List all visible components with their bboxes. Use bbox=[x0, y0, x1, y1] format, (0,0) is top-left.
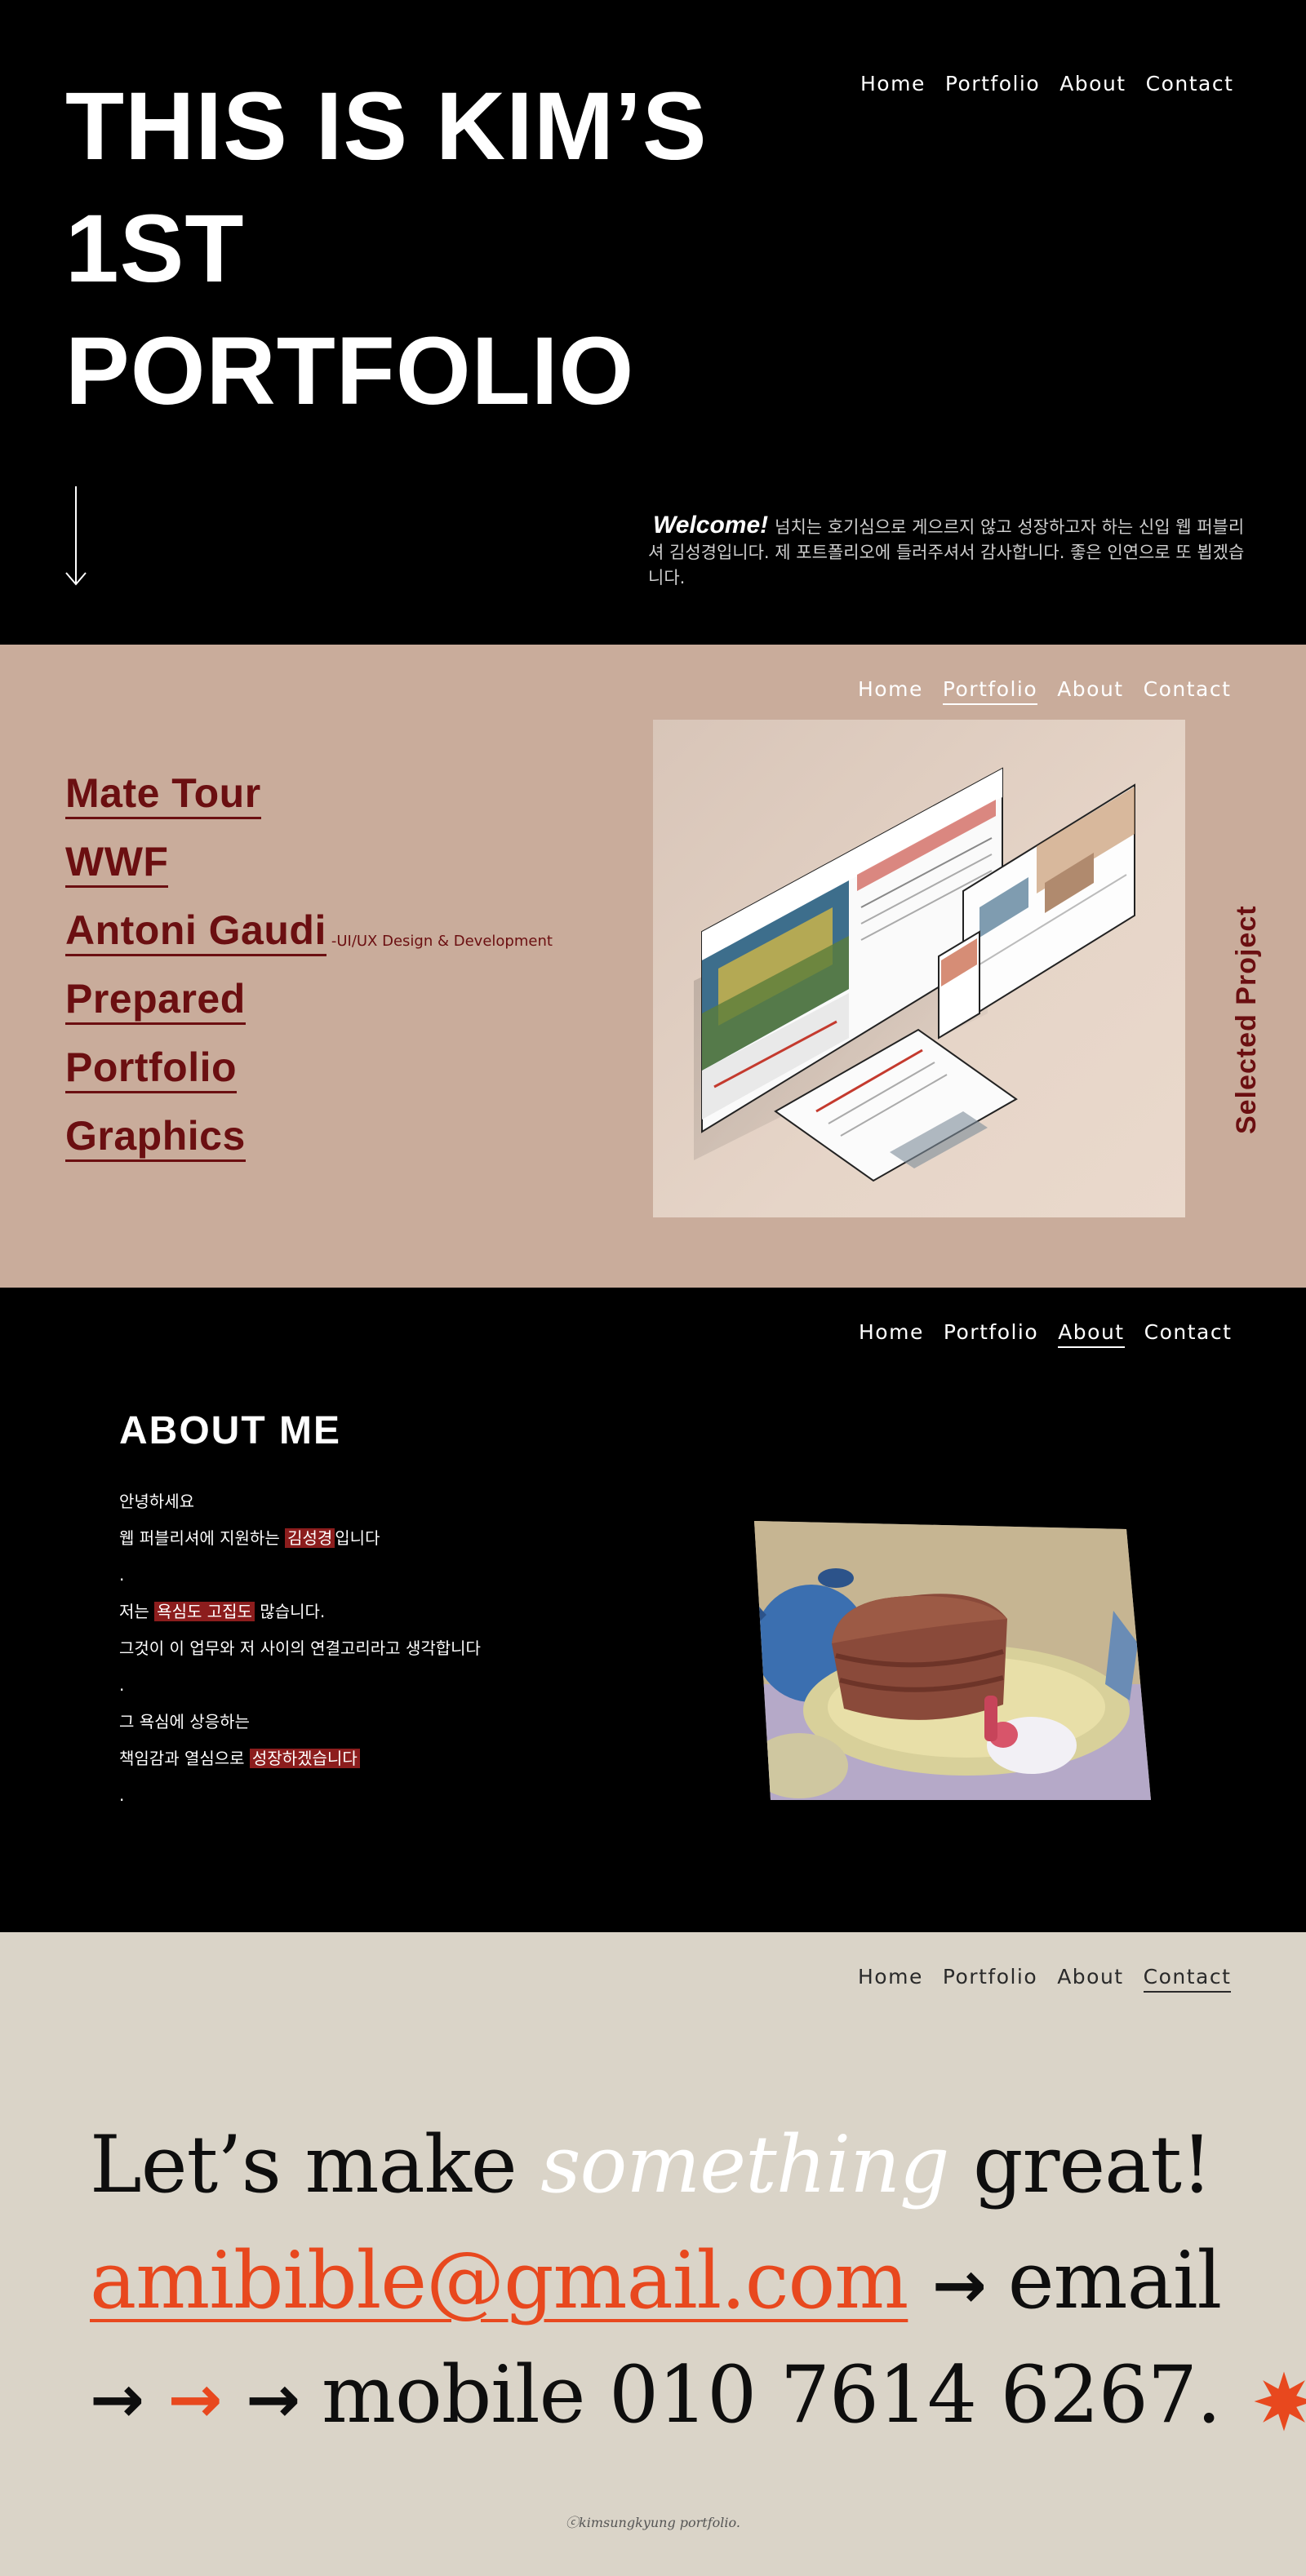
nav-contact[interactable]: Contact bbox=[1144, 677, 1232, 705]
selected-project-text: Selected Project bbox=[1231, 905, 1262, 1134]
contact-headline: Let’s make something great! bbox=[90, 2119, 1213, 2210]
nav-about[interactable]: About bbox=[1058, 1320, 1125, 1348]
about-line: . bbox=[119, 1785, 125, 1805]
about-line: 그 욕심에 상응하는 bbox=[119, 1712, 250, 1731]
email-label: email bbox=[1007, 2235, 1222, 2326]
project-list: Mate Tour WWF Antoni Gaudi -UI/UX Design … bbox=[65, 751, 553, 1162]
project-hover-tag: -UI/UX Design & Development bbox=[331, 933, 553, 950]
nav-contact[interactable]: Contact bbox=[1144, 1320, 1233, 1348]
about-line: 책임감과 열심으로 성장하겠습니다 bbox=[119, 1740, 481, 1777]
portfolio-section: Home Portfolio About Contact Mate Tour W… bbox=[0, 645, 1306, 1288]
list-item: Prepared bbox=[65, 956, 553, 1025]
cake-illustration bbox=[754, 1521, 1151, 1800]
nav-portfolio[interactable]: Portfolio bbox=[944, 1320, 1038, 1348]
main-nav: Home Portfolio About Contact bbox=[860, 72, 1233, 98]
mobile-number[interactable]: mobile 010 7614 6267. bbox=[322, 2349, 1221, 2441]
list-item: Portfolio bbox=[65, 1025, 553, 1093]
nav-home[interactable]: Home bbox=[860, 72, 926, 98]
nav-about[interactable]: About bbox=[1059, 72, 1126, 98]
about-line: . bbox=[119, 1675, 125, 1695]
highlight: 김성경 bbox=[285, 1528, 335, 1548]
highlight: 욕심도 고집도 bbox=[154, 1602, 255, 1621]
nav-home[interactable]: Home bbox=[859, 1320, 924, 1348]
arrow-right-icon: → bbox=[167, 2361, 223, 2437]
nav-portfolio[interactable]: Portfolio bbox=[943, 1965, 1037, 1993]
nav-about[interactable]: About bbox=[1057, 1965, 1123, 1993]
contact-email-line: amibible@gmail.com → email bbox=[90, 2235, 1222, 2330]
welcome-label: Welcome! bbox=[653, 512, 769, 539]
highlight: 성장하겠습니다 bbox=[249, 1749, 360, 1768]
copyright-text: ⓒkimsungkyung portfolio. bbox=[566, 2515, 740, 2530]
project-mockup-image[interactable] bbox=[653, 720, 1185, 1217]
arrow-right-icon: → bbox=[931, 2247, 1008, 2323]
nav-contact[interactable]: Contact bbox=[1146, 72, 1234, 98]
hero-title-line-1: THIS IS KIM’S bbox=[65, 73, 708, 180]
contact-nav: Home Portfolio About Contact bbox=[858, 1965, 1232, 1993]
nav-portfolio[interactable]: Portfolio bbox=[945, 72, 1040, 98]
arrow-right-icon: → bbox=[90, 2361, 144, 2437]
about-nav: Home Portfolio About Contact bbox=[859, 1320, 1232, 1348]
welcome-text: Welcome! 넘치는 호기심으로 게으르지 않고 성장하고자 하는 신입 웹 … bbox=[648, 512, 1252, 591]
list-item: WWF bbox=[65, 819, 553, 888]
list-item: Antoni Gaudi -UI/UX Design & Development bbox=[65, 888, 553, 956]
project-link-prepared[interactable]: Prepared bbox=[65, 975, 246, 1025]
project-link-antoni-gaudi[interactable]: Antoni Gaudi bbox=[65, 907, 326, 956]
contact-section: Home Portfolio About Contact Let’s make … bbox=[0, 1932, 1306, 2576]
about-heading: ABOUT ME bbox=[119, 1409, 341, 1452]
selected-project-label: Selected Project bbox=[1231, 905, 1262, 1134]
about-section: Home Portfolio About Contact ABOUT ME 안녕… bbox=[0, 1288, 1306, 1932]
about-line: 안녕하세요 bbox=[119, 1492, 194, 1511]
headline-italic: something bbox=[540, 2119, 949, 2210]
email-link[interactable]: amibible@gmail.com bbox=[90, 2235, 908, 2326]
hero-title-line-2: 1ST bbox=[65, 195, 245, 303]
about-line: 웹 퍼블리셔에 지원하는 김성경 입니다 bbox=[119, 1528, 380, 1548]
project-link-mate-tour[interactable]: Mate Tour bbox=[65, 769, 261, 819]
project-link-graphics[interactable]: Graphics bbox=[65, 1112, 246, 1162]
about-line: . bbox=[119, 1565, 125, 1585]
portfolio-nav: Home Portfolio About Contact bbox=[858, 677, 1231, 705]
contact-mobile-line: → → → mobile 010 7614 6267. bbox=[90, 2350, 1306, 2445]
about-line: 저는 욕심도 고집도 많습니다. bbox=[119, 1602, 326, 1621]
list-item: Mate Tour bbox=[65, 751, 553, 819]
star-icon bbox=[1254, 2371, 1306, 2432]
arrow-down-icon[interactable] bbox=[64, 486, 88, 587]
nav-contact[interactable]: Contact bbox=[1143, 1965, 1232, 1993]
about-text: 안녕하세요 웹 퍼블리셔에 지원하는 김성경 입니다 . 저는 욕심도 고집도 많… bbox=[119, 1483, 481, 1814]
project-link-portfolio[interactable]: Portfolio bbox=[65, 1044, 238, 1093]
nav-portfolio[interactable]: Portfolio bbox=[942, 677, 1038, 705]
nav-home[interactable]: Home bbox=[858, 1965, 923, 1993]
nav-about[interactable]: About bbox=[1057, 677, 1123, 705]
about-line: 그것이 이 업무와 저 사이의 연결고리라고 생각합니다 bbox=[119, 1638, 481, 1658]
hero-title-line-3: PORTFOLIO bbox=[65, 317, 635, 425]
hero-title: THIS IS KIM’S 1ST PORTFOLIO bbox=[65, 65, 708, 432]
nav-home[interactable]: Home bbox=[858, 677, 923, 705]
arrow-right-icon: → bbox=[246, 2361, 322, 2437]
project-link-wwf[interactable]: WWF bbox=[65, 838, 169, 888]
list-item: Graphics bbox=[65, 1093, 553, 1162]
hero-section: Home Portfolio About Contact THIS IS KIM… bbox=[0, 0, 1306, 645]
